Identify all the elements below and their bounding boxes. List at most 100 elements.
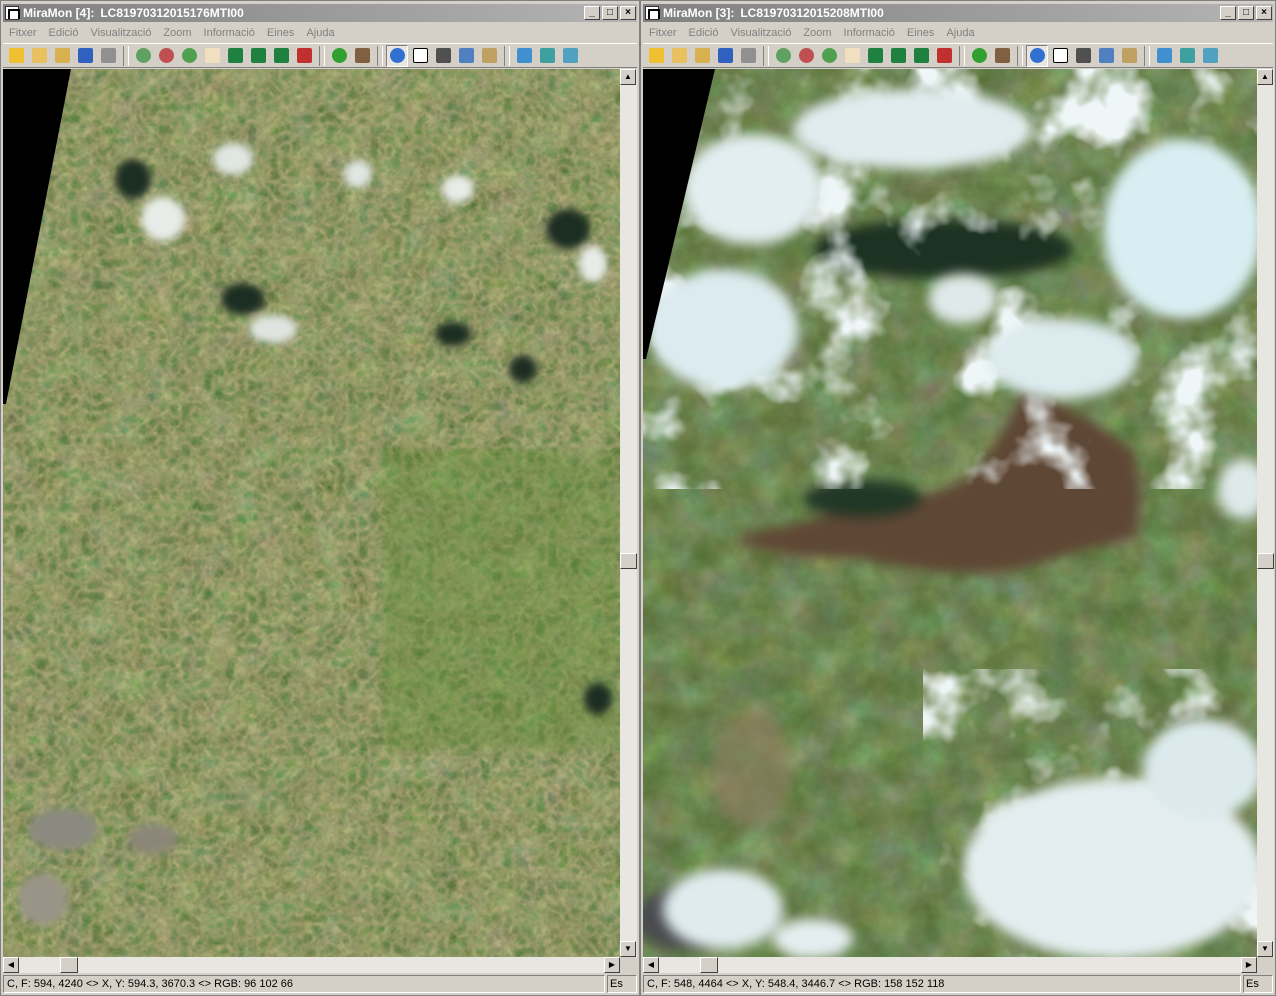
edit-icon[interactable] (478, 45, 500, 67)
zoom-full-icon[interactable] (224, 45, 246, 67)
menu-fitxer[interactable]: Fitxer (643, 27, 683, 39)
layers-icon[interactable] (559, 45, 581, 67)
satellite-image[interactable] (3, 69, 620, 957)
select-pointer-icon[interactable] (409, 45, 431, 67)
edit-icon[interactable] (1118, 45, 1140, 67)
toolbar-separator (1144, 45, 1150, 66)
horizontal-scroll-thumb[interactable] (700, 957, 718, 973)
menu-informacio[interactable]: Informació (838, 27, 901, 39)
toolbar-separator (319, 45, 325, 66)
menu-fitxer[interactable]: Fitxer (3, 27, 43, 39)
coordinates-status: C, F: 594, 4240 <> X, Y: 594.3, 3670.3 <… (3, 975, 605, 993)
title-bar[interactable]: MiraMon [4]: LC81970312015176MTI00 _ □ × (3, 4, 637, 22)
zoom-layer-icon[interactable] (933, 45, 955, 67)
measure-icon[interactable] (1072, 45, 1094, 67)
zoom-window-icon[interactable] (178, 45, 200, 67)
zoom-out-icon[interactable] (795, 45, 817, 67)
toolbar-separator (504, 45, 510, 66)
miramon-window-left: MiraMon [4]: LC81970312015176MTI00 _ □ × … (0, 0, 640, 996)
save-icon[interactable] (714, 45, 736, 67)
menu-ajuda[interactable]: Ajuda (940, 27, 980, 39)
menu-visualitzacio[interactable]: Visualització (84, 27, 157, 39)
open-query-icon[interactable] (51, 45, 73, 67)
layers-icon[interactable] (1199, 45, 1221, 67)
scroll-down-button[interactable]: ▼ (1257, 941, 1273, 957)
export-icon[interactable] (1153, 45, 1175, 67)
pan-hand-icon[interactable] (201, 45, 223, 67)
miramon-app-icon[interactable] (5, 6, 20, 20)
maximize-button[interactable]: □ (602, 6, 618, 20)
open-query-icon[interactable] (691, 45, 713, 67)
print-icon[interactable] (737, 45, 759, 67)
scroll-left-button[interactable]: ◀ (643, 957, 659, 973)
menu-ajuda[interactable]: Ajuda (300, 27, 340, 39)
status-bar: C, F: 548, 4464 <> X, Y: 548.4, 3446.7 <… (643, 975, 1273, 993)
horizontal-scroll-thumb[interactable] (60, 957, 78, 973)
menu-eines[interactable]: Eines (901, 27, 941, 39)
zoom-next-icon[interactable] (910, 45, 932, 67)
scroll-up-button[interactable]: ▲ (1257, 69, 1273, 85)
close-button[interactable]: × (1256, 6, 1272, 20)
zoom-layer-icon[interactable] (293, 45, 315, 67)
menu-informacio[interactable]: Informació (198, 27, 261, 39)
zoom-previous-icon[interactable] (887, 45, 909, 67)
refresh-icon[interactable] (328, 45, 350, 67)
miramon-app-icon[interactable] (645, 6, 660, 20)
export-icon[interactable] (513, 45, 535, 67)
profile-icon[interactable] (455, 45, 477, 67)
close-button[interactable]: × (620, 6, 636, 20)
title-bar[interactable]: MiraMon [3]: LC81970312015208MTI00 _ □ × (643, 4, 1273, 22)
open-icon[interactable] (668, 45, 690, 67)
save-icon[interactable] (74, 45, 96, 67)
zoom-full-icon[interactable] (864, 45, 886, 67)
legend-icon[interactable] (1176, 45, 1198, 67)
zoom-out-icon[interactable] (155, 45, 177, 67)
zoom-in-icon[interactable] (772, 45, 794, 67)
new-icon[interactable] (5, 45, 27, 67)
vertical-scrollbar[interactable]: ▲ ▼ (1257, 69, 1274, 957)
horizontal-scrollbar[interactable]: ◀ ▶ (3, 957, 620, 973)
menu-bar: Fitxer Edició Visualització Zoom Informa… (3, 24, 637, 42)
legend-icon[interactable] (536, 45, 558, 67)
toolbar-separator (1017, 45, 1023, 66)
minimize-button[interactable]: _ (584, 6, 600, 20)
scroll-right-button[interactable]: ▶ (604, 957, 620, 973)
pan-hand-icon[interactable] (841, 45, 863, 67)
refresh-icon[interactable] (968, 45, 990, 67)
menu-edicio[interactable]: Edició (43, 27, 85, 39)
vertical-scrollbar[interactable]: ▲ ▼ (620, 69, 637, 957)
zoom-previous-icon[interactable] (247, 45, 269, 67)
vertical-scroll-thumb[interactable] (620, 553, 637, 569)
zoom-window-icon[interactable] (818, 45, 840, 67)
scroll-up-button[interactable]: ▲ (620, 69, 636, 85)
horizontal-scrollbar[interactable]: ◀ ▶ (643, 957, 1257, 973)
zoom-in-icon[interactable] (132, 45, 154, 67)
toolbar-separator (123, 45, 129, 66)
tools-icon[interactable] (991, 45, 1013, 67)
scroll-left-button[interactable]: ◀ (3, 957, 19, 973)
satellite-image-view[interactable] (3, 69, 620, 957)
maximize-button[interactable]: □ (1238, 6, 1254, 20)
profile-icon[interactable] (1095, 45, 1117, 67)
tools-icon[interactable] (351, 45, 373, 67)
print-icon[interactable] (97, 45, 119, 67)
menu-eines[interactable]: Eines (261, 27, 301, 39)
scroll-right-button[interactable]: ▶ (1241, 957, 1257, 973)
language-status: Es (1243, 975, 1273, 993)
minimize-button[interactable]: _ (1220, 6, 1236, 20)
menu-zoom[interactable]: Zoom (797, 27, 837, 39)
menu-edicio[interactable]: Edició (683, 27, 725, 39)
info-icon[interactable] (386, 44, 408, 67)
menu-zoom[interactable]: Zoom (157, 27, 197, 39)
select-pointer-icon[interactable] (1049, 45, 1071, 67)
info-icon[interactable] (1026, 44, 1048, 67)
satellite-image[interactable] (643, 69, 1257, 957)
open-icon[interactable] (28, 45, 50, 67)
menu-visualitzacio[interactable]: Visualització (724, 27, 797, 39)
zoom-next-icon[interactable] (270, 45, 292, 67)
measure-icon[interactable] (432, 45, 454, 67)
satellite-image-view[interactable] (643, 69, 1257, 957)
new-icon[interactable] (645, 45, 667, 67)
vertical-scroll-thumb[interactable] (1257, 553, 1274, 569)
scroll-down-button[interactable]: ▼ (620, 941, 636, 957)
